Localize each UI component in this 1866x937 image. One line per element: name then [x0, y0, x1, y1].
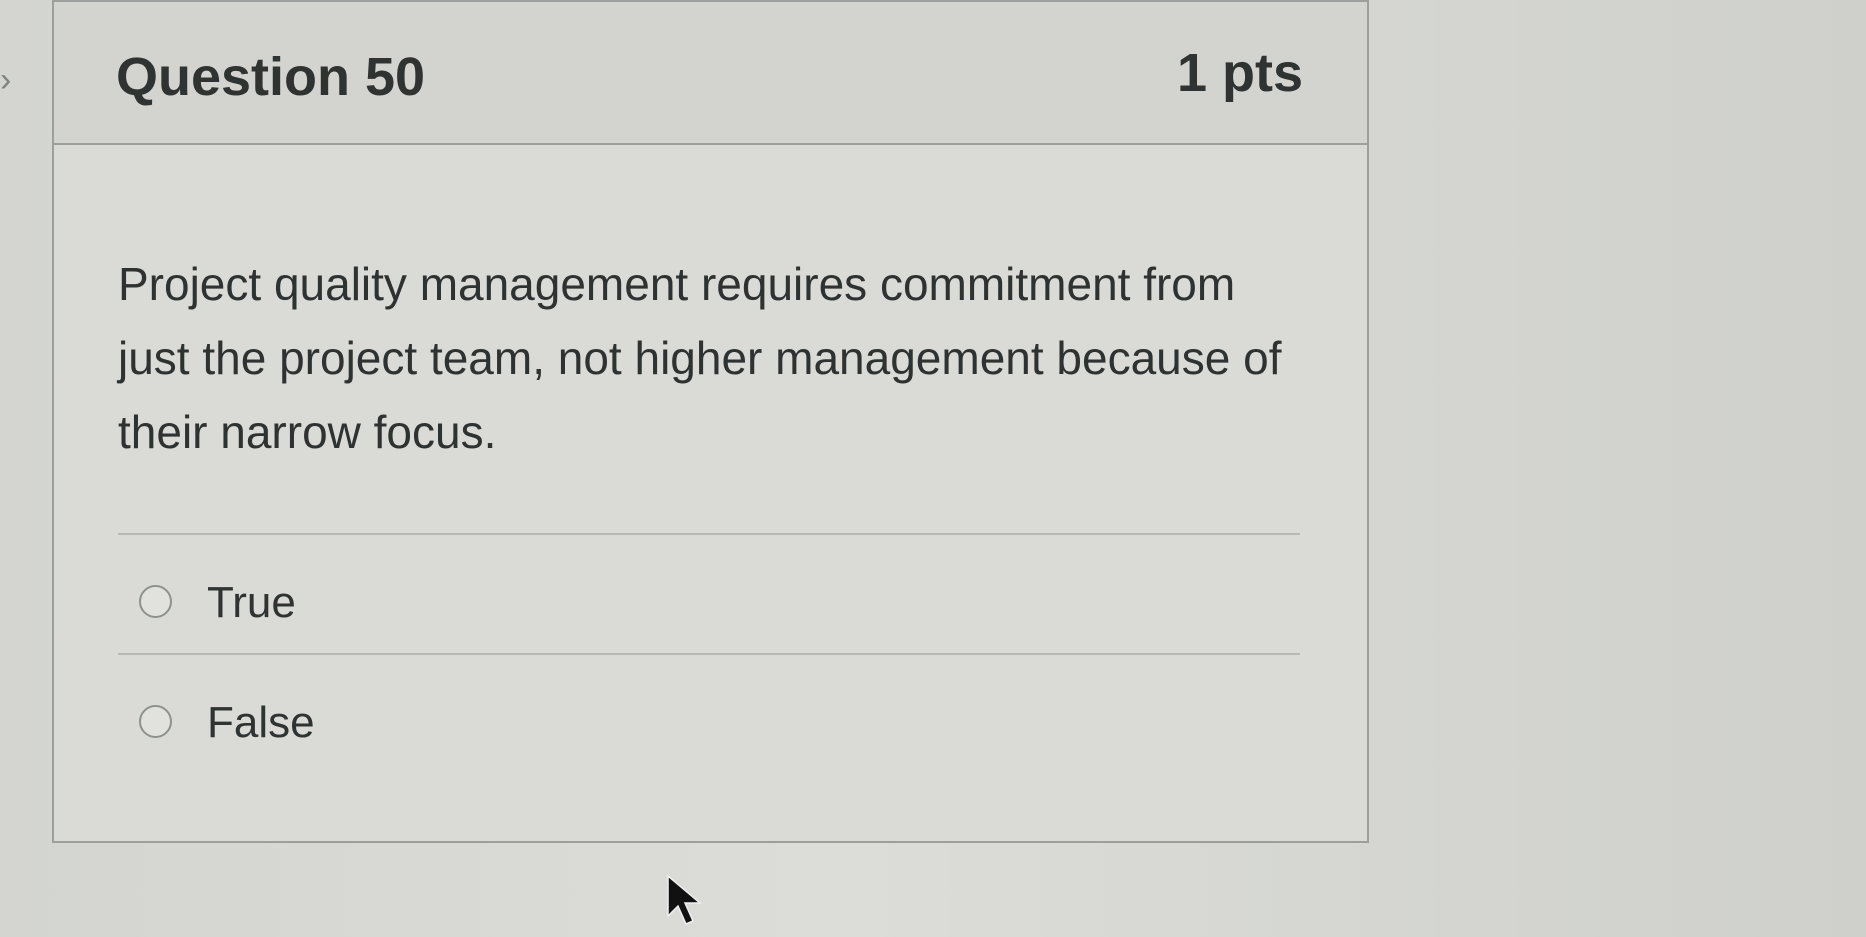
question-body: Project quality management requires comm…	[118, 247, 1298, 469]
radio-button[interactable]	[139, 585, 172, 618]
option-label[interactable]: True	[207, 578, 296, 628]
answer-option-true[interactable]: True	[118, 533, 1300, 653]
radio-button[interactable]	[139, 705, 172, 738]
quiz-screen: › Question 50 1 pts Project quality mana…	[0, 0, 1866, 937]
question-header: Question 50 1 pts	[54, 2, 1367, 145]
question-points: 1 pts	[1176, 43, 1303, 103]
mouse-pointer-icon	[667, 874, 702, 925]
answer-option-false[interactable]: False	[118, 653, 1300, 773]
answer-options: True False	[118, 533, 1300, 773]
question-title: Question 50	[116, 47, 426, 107]
question-card: Question 50 1 pts Project quality manage…	[52, 0, 1369, 843]
chevron-right-icon[interactable]: ›	[0, 60, 28, 100]
question-text: Project quality management requires comm…	[118, 258, 1282, 458]
option-label[interactable]: False	[207, 698, 315, 748]
